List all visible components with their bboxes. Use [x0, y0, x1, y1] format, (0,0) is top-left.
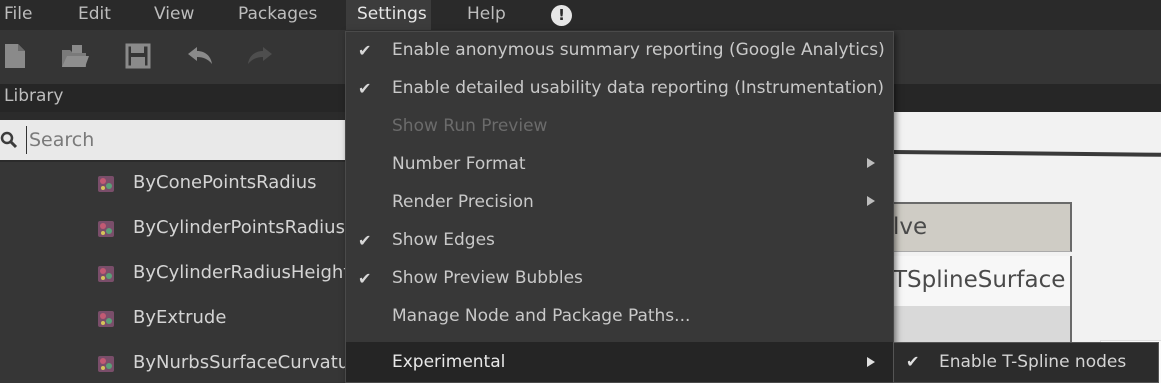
submenu-arrow-icon — [867, 158, 875, 168]
check-icon: ✔ — [358, 269, 372, 288]
menu-item-enable-tspline[interactable]: ✔ Enable T-Spline nodes — [894, 343, 1158, 382]
settings-dropdown: ✔ Enable anonymous summary reporting (Go… — [345, 31, 894, 383]
search-input[interactable] — [26, 126, 326, 154]
menu-item-label: Enable T-Spline nodes — [939, 352, 1127, 372]
node-output-port[interactable]: TSplineSurface — [893, 256, 1072, 306]
list-item-label: ByNurbsSurfaceCurvatur — [133, 352, 357, 373]
list-item[interactable]: ByNurbsSurfaceCurvatur — [0, 342, 357, 383]
menu-item-label: Render Precision — [392, 192, 534, 212]
node-icon — [98, 176, 114, 192]
menu-help[interactable]: Help — [459, 0, 514, 30]
list-item-label: ByConePointsRadius — [133, 172, 317, 193]
menu-item-manage-paths[interactable]: Manage Node and Package Paths... — [346, 298, 893, 336]
menu-view[interactable]: View — [146, 0, 202, 30]
menu-item-instrumentation[interactable]: ✔ Enable detailed usability data reporti… — [346, 70, 893, 108]
node-icon — [98, 266, 114, 282]
search-icon — [0, 131, 18, 149]
save-icon[interactable] — [125, 42, 151, 70]
node-title[interactable]: lve — [893, 202, 1072, 252]
undo-icon[interactable] — [185, 42, 215, 70]
menu-item-google-analytics[interactable]: ✔ Enable anonymous summary reporting (Go… — [346, 32, 893, 70]
node-icon — [98, 311, 114, 327]
menu-item-label: Enable detailed usability data reporting… — [392, 78, 884, 98]
menu-item-show-run-preview: Show Run Preview — [346, 108, 893, 146]
list-item[interactable]: ByCylinderPointsRadius — [0, 207, 346, 252]
open-folder-icon[interactable] — [60, 42, 90, 70]
list-item-label: ByCylinderPointsRadius — [133, 217, 345, 238]
menu-item-show-preview-bubbles[interactable]: ✔ Show Preview Bubbles — [346, 260, 893, 298]
list-item-label: ByCylinderRadiusHeight — [133, 262, 351, 283]
library-header: Library — [0, 84, 346, 112]
node-icon — [98, 356, 114, 372]
submenu-arrow-icon — [867, 357, 875, 367]
check-icon: ✔ — [358, 41, 372, 60]
menu-packages[interactable]: Packages — [230, 0, 325, 30]
check-icon: ✔ — [358, 231, 372, 250]
list-item[interactable]: ByCylinderRadiusHeight — [0, 252, 350, 297]
tab-strip — [893, 84, 1161, 112]
menu-item-label: Number Format — [392, 154, 526, 174]
list-item[interactable]: ByConePointsRadius — [0, 162, 346, 207]
menu-edit[interactable]: Edit — [70, 0, 119, 30]
menu-item-number-format[interactable]: Number Format — [346, 146, 893, 184]
menu-item-label: Manage Node and Package Paths... — [392, 306, 691, 326]
new-file-icon[interactable] — [3, 42, 29, 70]
check-icon: ✔ — [358, 79, 372, 98]
menu-item-render-precision[interactable]: Render Precision — [346, 184, 893, 222]
menu-bar: File Edit View Packages Settings Help ! — [0, 0, 1161, 30]
menu-settings[interactable]: Settings — [346, 0, 431, 30]
menu-item-label: Experimental — [392, 352, 506, 372]
menu-item-label: Show Run Preview — [392, 116, 548, 136]
check-icon: ✔ — [906, 352, 920, 371]
list-item[interactable]: ByExtrude — [0, 297, 346, 342]
library-list: ByConePointsRadius ByCylinderPointsRadiu… — [0, 162, 357, 383]
menu-item-show-edges[interactable]: ✔ Show Edges — [346, 222, 893, 260]
list-item-label: ByExtrude — [133, 307, 227, 328]
experimental-submenu: ✔ Enable T-Spline nodes — [893, 342, 1159, 383]
redo-icon[interactable] — [245, 42, 275, 70]
menu-item-label: Show Edges — [392, 230, 495, 250]
node-icon — [98, 221, 114, 237]
exclamation-icon[interactable]: ! — [551, 5, 572, 26]
menu-file[interactable]: File — [0, 0, 40, 30]
submenu-arrow-icon — [867, 196, 875, 206]
menu-item-label: Enable anonymous summary reporting (Goog… — [392, 40, 885, 60]
menu-item-label: Show Preview Bubbles — [392, 268, 583, 288]
menu-item-experimental[interactable]: Experimental — [346, 342, 893, 382]
